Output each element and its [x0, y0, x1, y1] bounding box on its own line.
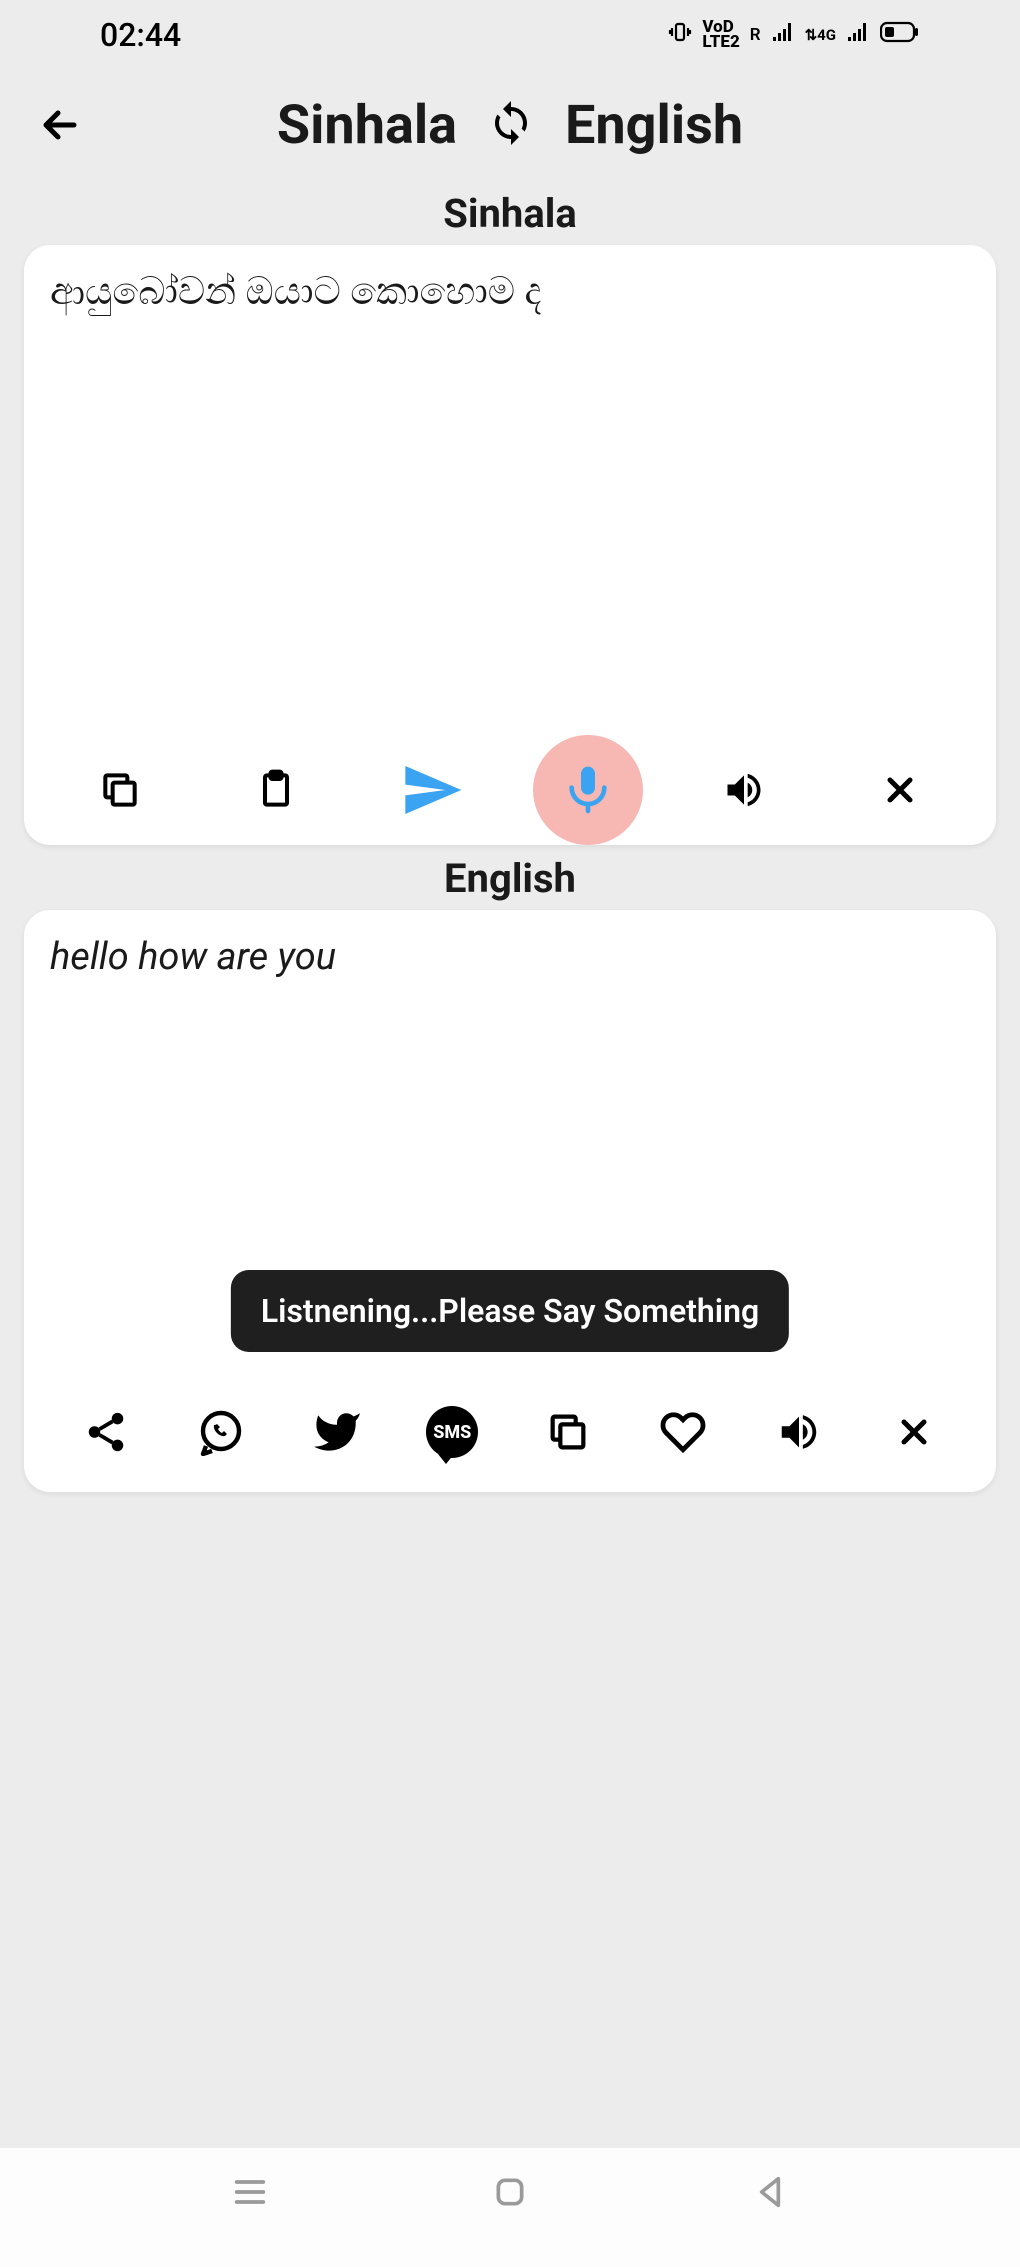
target-share-row: SMS — [24, 1372, 996, 1492]
listening-toast: Listnening...Please Say Something — [231, 1270, 789, 1352]
system-nav-bar — [0, 2147, 1020, 2267]
whatsapp-button[interactable] — [164, 1408, 280, 1456]
back-nav-button[interactable] — [750, 2172, 790, 2216]
home-button[interactable] — [490, 2172, 530, 2216]
clear-button[interactable] — [822, 770, 978, 810]
share-button[interactable] — [48, 1409, 164, 1455]
status-bar: 02:44 VoDLTE2 R ⇅4G — [0, 0, 1020, 70]
mic-button[interactable] — [510, 735, 666, 845]
twitter-button[interactable] — [279, 1407, 395, 1457]
speaker-button[interactable] — [666, 768, 822, 812]
header: Sinhala English — [0, 70, 1020, 180]
speaker-target-button[interactable] — [741, 1409, 857, 1455]
status-right: VoDLTE2 R ⇅4G — [668, 20, 920, 51]
favorite-button[interactable] — [626, 1409, 742, 1455]
send-button[interactable] — [354, 758, 510, 822]
swap-icon[interactable] — [487, 99, 535, 151]
signal-icon-2 — [846, 21, 870, 49]
back-button[interactable] — [30, 101, 90, 149]
target-card: hello how are you Listnening...Please Sa… — [24, 910, 996, 1492]
language-swap-header: Sinhala English — [90, 94, 930, 157]
source-section-label: Sinhala — [0, 190, 1020, 237]
clear-target-button[interactable] — [857, 1412, 973, 1452]
vibrate-icon — [668, 20, 692, 50]
recent-apps-button[interactable] — [230, 2172, 270, 2216]
target-lang-label[interactable]: English — [565, 94, 743, 157]
sms-button[interactable]: SMS — [395, 1406, 511, 1458]
signal-icon-1 — [771, 21, 795, 49]
source-actions — [24, 735, 996, 845]
status-time: 02:44 — [100, 16, 181, 54]
source-card: ආයුබෝවන් ඔයාට කොහොම ද — [24, 245, 996, 845]
paste-button[interactable] — [198, 768, 354, 812]
copy-button[interactable] — [42, 768, 198, 812]
copy-target-button[interactable] — [510, 1409, 626, 1455]
target-section-label: English — [0, 855, 1020, 902]
source-lang-label[interactable]: Sinhala — [277, 94, 457, 157]
source-text[interactable]: ආයුබෝවන් ඔයාට කොහොම ද — [24, 245, 996, 735]
battery-icon — [880, 21, 920, 49]
